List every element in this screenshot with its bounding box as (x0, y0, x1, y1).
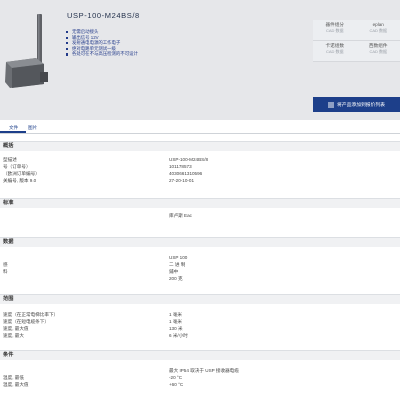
spec-row: 料 鋪中 (0, 268, 400, 275)
product-hero: USP-100-M24BS/8 无需启动接头 输出信号 12V 发射通电电源的工… (0, 0, 400, 120)
spec-key: 号（订单号） (3, 163, 31, 169)
spec-row: 关编号, 版本 9.0 27-20-10-01 (0, 177, 400, 184)
cad-row: 卡诺组数 CAD 数据 西数组件 CAD 数据 (313, 41, 400, 62)
section-title: 数据 (0, 237, 400, 247)
cad-link[interactable]: 卡诺组数 CAD 数据 (313, 41, 357, 61)
feature-list: 无需启动接头 输出信号 12V 发射通电电源的工作电子 绝对电路单元测试一级 各… (66, 29, 138, 57)
spec-key: 关编号, 版本 9.0 (3, 177, 37, 183)
spec-key: 速度（在正常电梯比率下） (3, 311, 59, 317)
spec-key: 型描述 (3, 156, 17, 162)
spec-row: 温度, 最低 -20 °C (0, 374, 400, 381)
spec-value: 27-20-10-01 (169, 178, 195, 183)
spec-row: 库卢斯 Eac (0, 212, 400, 219)
section-title: 条件 (0, 350, 400, 360)
spec-key: 速度, 最大 (3, 332, 24, 338)
spec-row: 最大 IP54 取决于 USP 接收器电缆 (0, 367, 400, 374)
spec-value: -20 °C (169, 375, 183, 380)
tab-files[interactable]: 文件 (9, 125, 18, 131)
spec-section-standards: 标准 库卢斯 Eac (0, 198, 400, 219)
spec-row: 200 克 (0, 275, 400, 282)
spec-value: 6 米/小时 (169, 332, 188, 338)
spec-key: 温度, 最低 (3, 374, 24, 380)
spec-key: 温度, 最大值 (3, 381, 29, 387)
spec-key: 速度, 最大值 (3, 325, 29, 331)
cad-download-grid: 器件组分 CAD 数据 eplan CAD 数据 卡诺组数 CAD 数据 西数组… (313, 20, 400, 62)
spec-value: 鋪中 (169, 268, 179, 274)
product-title: USP-100-M24BS/8 (67, 11, 140, 20)
spec-value: 130 米 (169, 325, 183, 331)
spec-row: 速度, 最大值 130 米 (0, 325, 400, 332)
cad-link[interactable]: eplan CAD 数据 (357, 20, 400, 40)
spec-key: （欧洲订单编号） (3, 170, 40, 176)
feature-item: 各处可在不与高压检测的不可设计 (66, 51, 138, 57)
spec-section-general: 概括 型描述 USP-100-M24BS/8 号（订单号） 101178573 （欧… (0, 141, 400, 184)
spec-key: 速度（在短电缆条下） (3, 318, 49, 324)
cad-link[interactable]: 西数组件 CAD 数据 (357, 41, 400, 61)
spec-value: 库卢斯 Eac (169, 212, 192, 218)
spec-row: 速度（在正常电梯比率下） 1 毫米 (0, 311, 400, 318)
spec-row: USP 100 (0, 254, 400, 261)
spec-value: 101178573 (169, 164, 192, 169)
active-tab-indicator (0, 131, 26, 133)
list-icon (328, 102, 334, 107)
spec-value: USP 100 (169, 255, 188, 260)
spec-key: 料 (3, 268, 8, 274)
spec-row: 型描述 USP-100-M24BS/8 (0, 156, 400, 163)
spec-value: 二 进 制 (169, 261, 186, 267)
spec-section-range: 范围 速度（在正常电梯比率下） 1 毫米 速度（在短电缆条下） 1 毫米 速度, 最… (0, 294, 400, 339)
tab-bar: 文件 图片 (0, 124, 400, 134)
spec-value: 200 克 (169, 275, 183, 281)
cad-row: 器件组分 CAD 数据 eplan CAD 数据 (313, 20, 400, 41)
section-title: 标准 (0, 198, 400, 208)
spec-row: （欧洲订单编号） 4030661310596 (0, 170, 400, 177)
spec-key: 感 (3, 261, 8, 267)
cad-link[interactable]: 器件组分 CAD 数据 (313, 20, 357, 40)
add-to-quote-label: 将产品添加到报价列表 (337, 103, 385, 108)
spec-row: 感二 进 制 (0, 261, 400, 268)
spec-value: USP-100-M24BS/8 (169, 157, 209, 162)
spec-value: 1 毫米 (169, 311, 183, 317)
spec-value: 1 毫米 (169, 318, 183, 324)
spec-section-data: 数据 USP 100 感 二 进 制 料 鋪中 200 克 (0, 237, 400, 282)
spec-row: 速度, 最大 6 米/小时 (0, 332, 400, 339)
spec-row: 速度（在短电缆条下） 1 毫米 (0, 318, 400, 325)
spec-row: 号（订单号） 101178573 (0, 163, 400, 170)
product-image (5, 14, 48, 88)
add-to-quote-button[interactable]: 将产品添加到报价列表 (313, 97, 400, 112)
tab-images[interactable]: 图片 (28, 125, 37, 131)
section-title: 概括 (0, 141, 400, 151)
spec-value: 4030661310596 (169, 171, 203, 176)
spec-value: +60 °C (169, 382, 184, 387)
section-title: 范围 (0, 294, 400, 304)
spec-row: 温度, 最大值 +60 °C (0, 381, 400, 388)
spec-section-conditions: 条件 最大 IP54 取决于 USP 接收器电缆 温度, 最低 -20 °C 温度… (0, 350, 400, 388)
spec-value: 最大 IP54 取决于 USP 接收器电缆 (169, 367, 239, 373)
